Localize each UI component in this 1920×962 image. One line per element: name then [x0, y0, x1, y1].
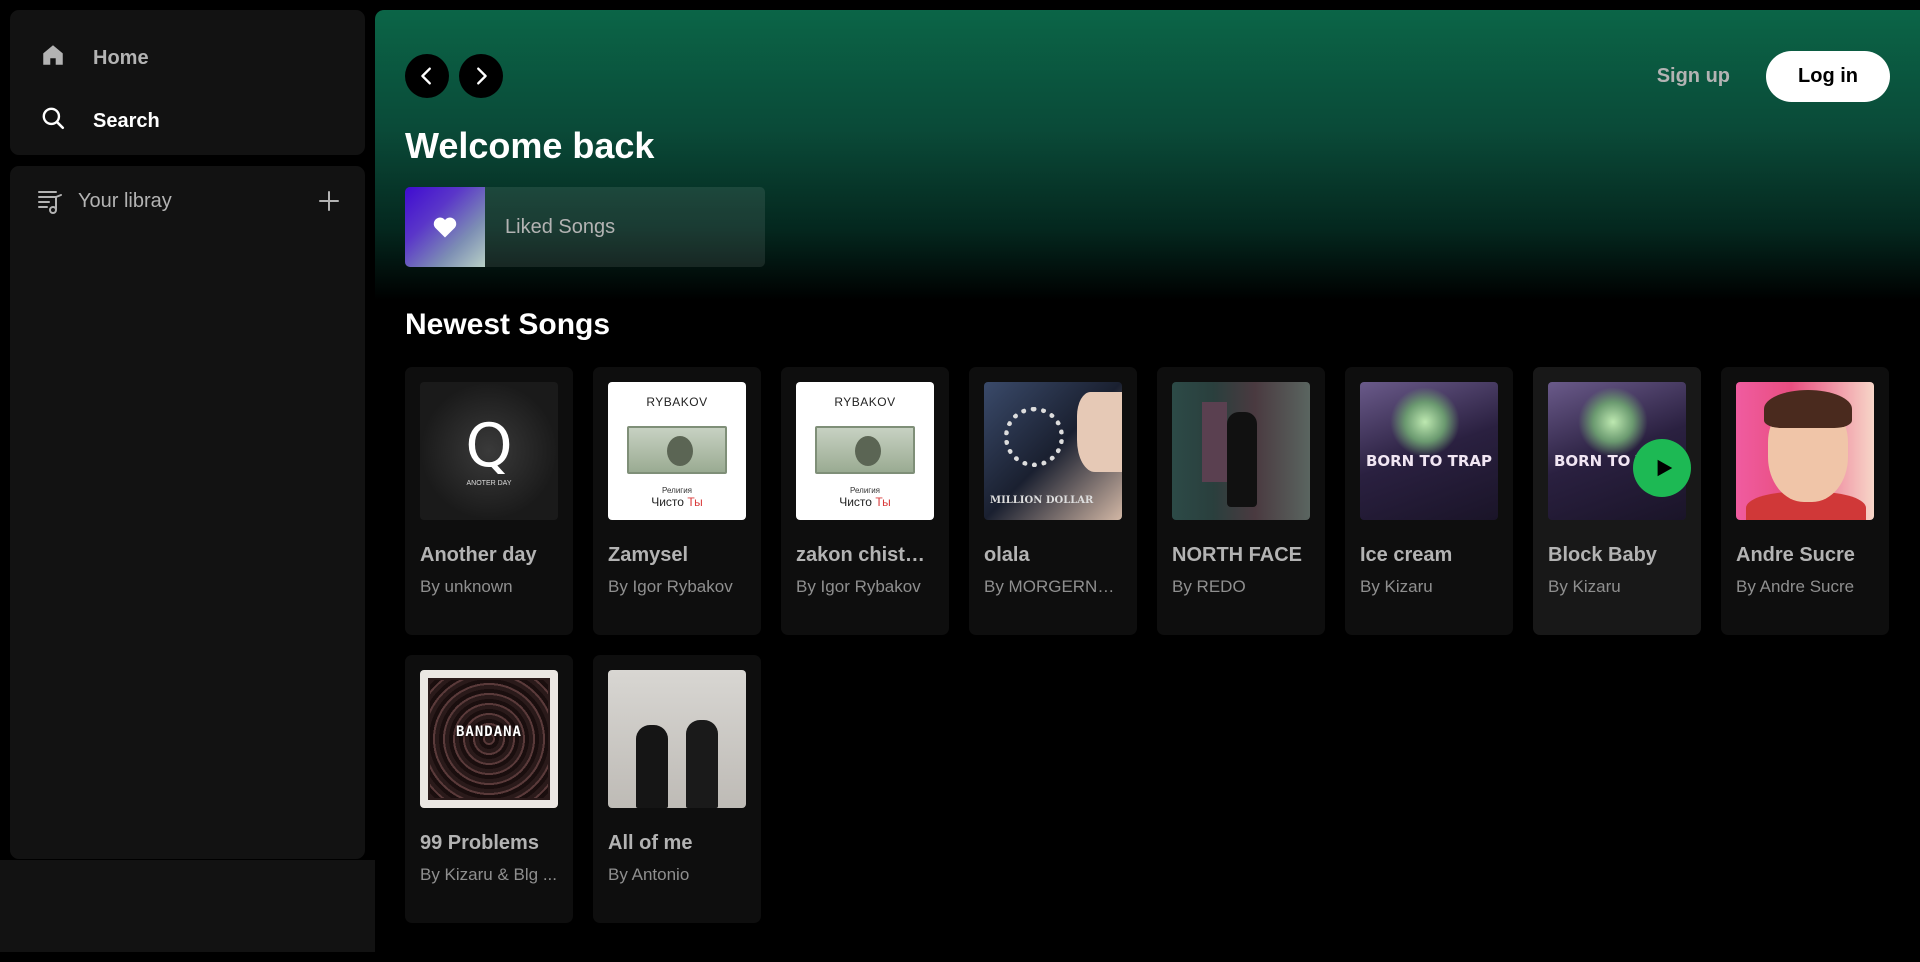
song-card[interactable]: BANDANA 99 Problems By Kizaru & Blg ...: [405, 655, 573, 923]
library-title[interactable]: Your libray: [78, 190, 317, 213]
section-title: Newest Songs: [405, 308, 611, 341]
song-title: Andre Sucre: [1736, 544, 1855, 566]
song-card[interactable]: BORN TO TRAP Block Baby By Kizaru: [1533, 367, 1701, 635]
play-button[interactable]: [1633, 439, 1691, 497]
song-card[interactable]: Q ANOTER DAY Another day By unknown: [405, 367, 573, 635]
song-title: NORTH FACE: [1172, 544, 1302, 566]
play-icon: [1657, 459, 1672, 477]
sidebar-item-home[interactable]: Home: [40, 32, 365, 84]
search-icon: [40, 105, 66, 137]
song-card[interactable]: NORTH FACE By REDO: [1157, 367, 1325, 635]
album-art-subtitle: Религия: [661, 486, 693, 495]
page-title: Welcome back: [405, 125, 655, 166]
liked-songs-label: Liked Songs: [505, 215, 616, 238]
heart-icon: [433, 217, 457, 238]
song-card[interactable]: RYBAKOV Религия Чисто Ты Zamysel By Igor…: [593, 367, 761, 635]
album-art-text-accent: Ты: [875, 495, 891, 509]
login-button[interactable]: Log in: [1766, 50, 1890, 102]
album-art: BANDANA: [420, 670, 558, 808]
album-art-text: Чисто: [839, 495, 872, 509]
album-art-brand: RYBAKOV: [646, 395, 708, 409]
song-title: olala: [984, 544, 1030, 566]
sidebar-footer: [0, 860, 375, 952]
album-art: BORN TO TRAP: [1360, 382, 1498, 520]
song-title: Block Baby: [1548, 544, 1657, 566]
signup-button[interactable]: Sign up: [1657, 65, 1730, 88]
album-art-caption: ANOTER DAY: [466, 479, 512, 487]
album-art: [608, 670, 746, 808]
song-artist: By MORGERNS...: [984, 577, 1122, 596]
album-art: RYBAKOV Религия Чисто Ты: [796, 382, 934, 520]
album-art: MILLION DOLLAR: [984, 382, 1122, 520]
song-card[interactable]: Andre Sucre By Andre Sucre: [1721, 367, 1889, 635]
album-art-text: BORN TO TRAP: [1365, 452, 1493, 470]
main-content: Sign up Log in Welcome back Liked Songs …: [375, 10, 1920, 962]
song-title: Zamysel: [608, 544, 689, 566]
song-artist: By Andre Sucre: [1736, 577, 1855, 596]
song-title: Another day: [420, 544, 537, 566]
song-card[interactable]: BORN TO TRAP Ice cream By Kizaru: [1345, 367, 1513, 635]
album-art-text: Чисто: [651, 495, 684, 509]
liked-songs-card[interactable]: Liked Songs: [405, 187, 765, 267]
album-art-text: MILLION DOLLAR: [990, 495, 1094, 506]
forward-button[interactable]: [459, 54, 503, 98]
song-artist: By REDO: [1172, 577, 1246, 596]
library-panel: Your libray: [10, 166, 365, 859]
chevron-left-icon: [421, 67, 431, 85]
album-art-subtitle: Религия: [849, 486, 881, 495]
sidebar-item-home-label: Home: [93, 46, 149, 69]
album-art: [1172, 382, 1310, 520]
song-artist: By Kizaru & Blg ...: [420, 865, 557, 884]
album-art: Q ANOTER DAY: [420, 382, 558, 520]
song-title: Ice cream: [1360, 544, 1453, 566]
album-art-text: BANDANA: [455, 724, 522, 740]
sidebar-nav: Home Search: [10, 10, 365, 155]
album-art-brand: RYBAKOV: [834, 395, 896, 409]
song-title: 99 Problems: [420, 832, 539, 854]
song-artist: By Kizaru: [1360, 577, 1433, 596]
topbar: Sign up Log in: [405, 50, 1890, 102]
home-icon: [40, 42, 66, 74]
album-art-text-accent: Ты: [687, 495, 703, 509]
back-button[interactable]: [405, 54, 449, 98]
song-artist: By Kizaru: [1548, 577, 1621, 596]
library-icon[interactable]: [36, 186, 66, 216]
song-artist: By unknown: [420, 577, 513, 596]
song-artist: By Igor Rybakov: [608, 577, 733, 596]
chevron-right-icon: [477, 67, 487, 85]
sidebar-item-search[interactable]: Search: [40, 95, 365, 147]
song-artist: By Antonio: [608, 865, 690, 884]
album-art: RYBAKOV Религия Чисто Ты: [608, 382, 746, 520]
song-title: zakon chisto ti: [796, 544, 934, 566]
song-card[interactable]: All of me By Antonio: [593, 655, 761, 923]
album-art: [1736, 382, 1874, 520]
plus-icon[interactable]: [317, 189, 341, 213]
song-title: All of me: [608, 832, 693, 854]
song-card[interactable]: RYBAKOV Религия Чисто Ты zakon chisto ti…: [781, 367, 949, 635]
song-card[interactable]: MILLION DOLLAR olala By MORGERNS...: [969, 367, 1137, 635]
liked-songs-art: [405, 187, 485, 267]
song-artist: By Igor Rybakov: [796, 577, 921, 596]
sidebar-item-search-label: Search: [93, 109, 160, 132]
library-header: Your libray: [10, 166, 365, 236]
